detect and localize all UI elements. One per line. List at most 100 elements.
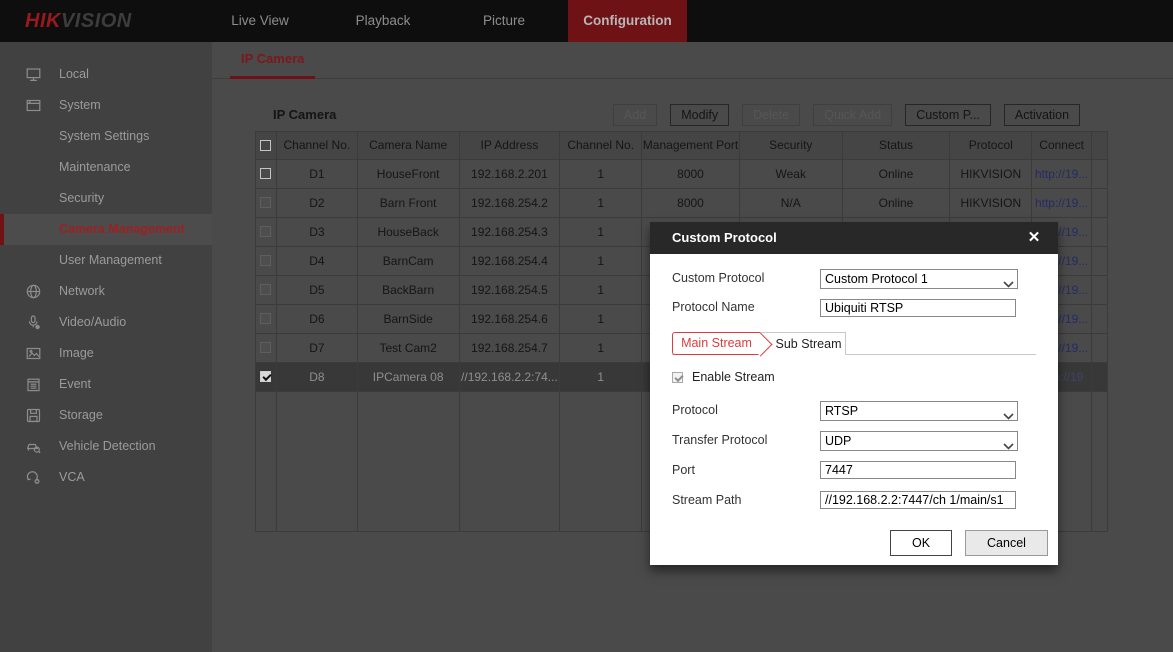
- select-all-checkbox[interactable]: [260, 140, 271, 151]
- row-checkbox[interactable]: [260, 284, 271, 295]
- sidebar-item-network[interactable]: Network: [0, 276, 212, 307]
- header-ip-address: IP Address: [460, 132, 561, 159]
- custom-protocol-select[interactable]: Custom Protocol 1: [820, 269, 1018, 289]
- row-checkbox[interactable]: [260, 313, 271, 324]
- cell-ip-address: //192.168.2.2:74...: [460, 363, 561, 391]
- add-button[interactable]: Add: [613, 104, 657, 126]
- cell-channel: D8: [277, 363, 358, 391]
- cell-spacer: [1092, 334, 1107, 362]
- cell-channel-no: 1: [560, 160, 642, 188]
- transfer-protocol-select[interactable]: UDP: [820, 431, 1018, 451]
- cell-management-port: 8000: [642, 189, 740, 217]
- sidebar-item-label: Video/Audio: [59, 307, 126, 338]
- sidebar-item-video-audio[interactable]: Video/Audio: [0, 307, 212, 338]
- sidebar-item-system-settings[interactable]: System Settings: [0, 121, 212, 152]
- network-icon: [26, 284, 41, 299]
- sidebar: Local System System Settings Maintenance…: [0, 42, 212, 652]
- nav-live-view[interactable]: Live View: [222, 0, 298, 42]
- row-checkbox[interactable]: [260, 255, 271, 266]
- sidebar-item-label: Maintenance: [59, 152, 131, 183]
- connect-link[interactable]: http://19...: [1032, 189, 1092, 217]
- connect-link[interactable]: http://19...: [1032, 160, 1092, 188]
- chevron-down-icon: [1003, 437, 1014, 451]
- sidebar-item-label: Camera Management: [59, 214, 185, 245]
- cell-channel: D1: [277, 160, 358, 188]
- transfer-protocol-label: Transfer Protocol: [672, 433, 767, 447]
- cell-spacer: [1092, 363, 1107, 391]
- sidebar-item-maintenance[interactable]: Maintenance: [0, 152, 212, 183]
- row-checkbox[interactable]: [260, 168, 271, 179]
- cell-channel-no: 1: [560, 334, 642, 362]
- port-input[interactable]: 7447: [820, 461, 1016, 479]
- event-icon: [26, 377, 41, 392]
- cancel-button[interactable]: Cancel: [965, 530, 1048, 556]
- sidebar-item-storage[interactable]: Storage: [0, 400, 212, 431]
- row-checkbox[interactable]: [260, 197, 271, 208]
- cell-protocol: HIKVISION: [950, 160, 1032, 188]
- sidebar-item-system[interactable]: System: [0, 90, 212, 121]
- cell-camera-name: Barn Front: [358, 189, 460, 217]
- sidebar-item-user-management[interactable]: User Management: [0, 245, 212, 276]
- sidebar-item-vehicle-detection[interactable]: Vehicle Detection: [0, 431, 212, 462]
- tab-main-stream[interactable]: Main Stream: [672, 332, 760, 355]
- sidebar-item-local[interactable]: Local: [0, 59, 212, 90]
- close-icon[interactable]: ✕: [1022, 222, 1046, 254]
- cell-ip-address: 192.168.2.201: [460, 160, 561, 188]
- custom-protocol-dialog: Custom Protocol ✕ Custom Protocol Custom…: [650, 222, 1058, 565]
- activation-button[interactable]: Activation: [1004, 104, 1080, 126]
- sidebar-item-label: Vehicle Detection: [59, 431, 156, 462]
- nav-playback[interactable]: Playback: [350, 0, 416, 42]
- cell-camera-name: Test Cam2: [358, 334, 460, 362]
- cell-camera-name: HouseBack: [358, 218, 460, 246]
- modify-button[interactable]: Modify: [670, 104, 729, 126]
- sidebar-item-label: System: [59, 90, 101, 121]
- table-row[interactable]: D1 HouseFront 192.168.2.201 1 8000 Weak …: [256, 160, 1107, 189]
- nav-picture[interactable]: Picture: [478, 0, 530, 42]
- monitor-icon: [26, 67, 41, 82]
- row-checkbox-checked[interactable]: [260, 371, 271, 382]
- cell-channel-no: 1: [560, 363, 642, 391]
- cell-ip-address: 192.168.254.4: [460, 247, 561, 275]
- quick-add-button[interactable]: Quick Add: [813, 104, 892, 126]
- protocol-name-input[interactable]: Ubiquiti RTSP: [820, 299, 1016, 317]
- sidebar-item-security[interactable]: Security: [0, 183, 212, 214]
- cell-channel: D2: [277, 189, 358, 217]
- cell-protocol: HIKVISION: [950, 189, 1032, 217]
- sidebar-item-vca[interactable]: VCA: [0, 462, 212, 493]
- cell-spacer: [1092, 305, 1107, 333]
- protocol-name-label: Protocol Name: [672, 300, 755, 314]
- cell-status: Online: [843, 189, 951, 217]
- cell-channel-no: 1: [560, 247, 642, 275]
- protocol-label: Protocol: [672, 403, 718, 417]
- header-status: Status: [843, 132, 951, 159]
- custom-protocol-button[interactable]: Custom P...: [905, 104, 991, 126]
- ok-button[interactable]: OK: [890, 530, 952, 556]
- cell-channel-no: 1: [560, 218, 642, 246]
- tab-label: IP Camera: [241, 51, 304, 66]
- header-camera-name: Camera Name: [358, 132, 460, 159]
- sidebar-item-image[interactable]: Image: [0, 338, 212, 369]
- nav-configuration[interactable]: Configuration: [568, 0, 687, 42]
- cell-status: Online: [843, 160, 951, 188]
- stream-path-input[interactable]: //192.168.2.2:7447/ch 1/main/s1: [820, 491, 1016, 509]
- tab-ip-camera[interactable]: IP Camera: [230, 42, 315, 79]
- cell-ip-address: 192.168.254.3: [460, 218, 561, 246]
- delete-button[interactable]: Delete: [742, 104, 800, 126]
- cell-spacer: [1092, 189, 1107, 217]
- row-checkbox[interactable]: [260, 342, 271, 353]
- cell-spacer: [1092, 247, 1107, 275]
- sidebar-item-label: VCA: [59, 462, 85, 493]
- vehicle-detection-icon: [26, 439, 41, 454]
- panel-title: IP Camera: [273, 103, 336, 127]
- sidebar-item-event[interactable]: Event: [0, 369, 212, 400]
- tab-sub-stream[interactable]: Sub Stream: [760, 332, 846, 355]
- video-audio-icon: [26, 315, 41, 330]
- protocol-select[interactable]: RTSP: [820, 401, 1018, 421]
- sidebar-item-camera-management[interactable]: Camera Management: [0, 214, 212, 245]
- table-row[interactable]: D2 Barn Front 192.168.254.2 1 8000 N/A O…: [256, 189, 1107, 218]
- header-channel-no-2: Channel No.: [560, 132, 642, 159]
- enable-stream-checkbox[interactable]: [672, 372, 683, 383]
- content-tabbar: IP Camera: [212, 42, 1173, 79]
- dialog-title: Custom Protocol: [672, 230, 777, 245]
- row-checkbox[interactable]: [260, 226, 271, 237]
